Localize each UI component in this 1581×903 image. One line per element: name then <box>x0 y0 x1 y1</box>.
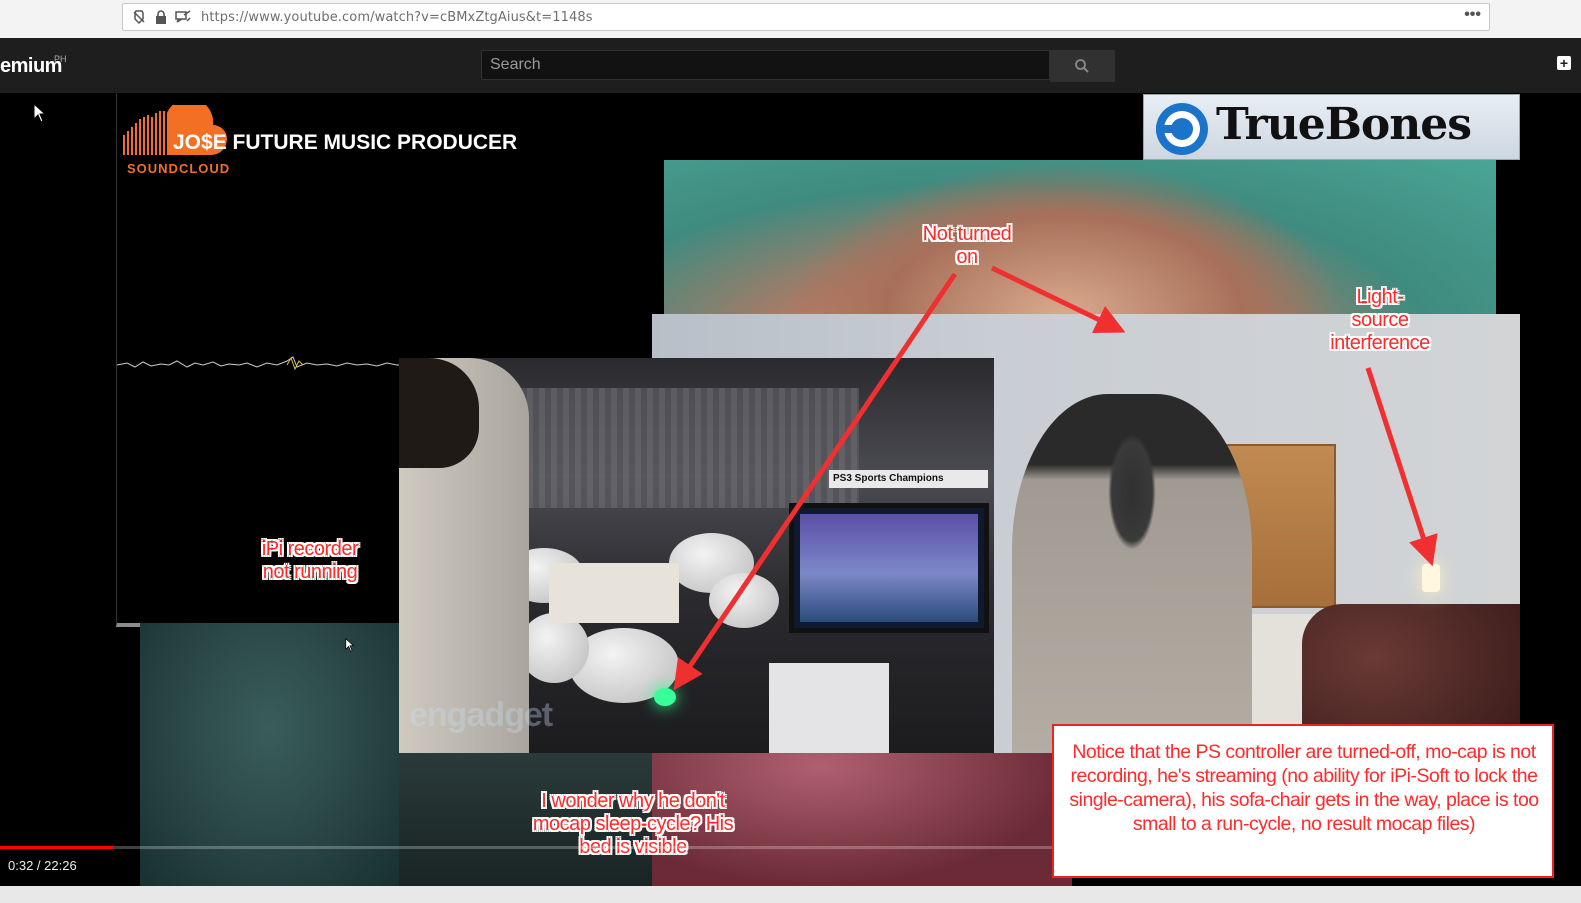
notice-callout: Notice that the PS controller are turned… <box>1052 724 1554 878</box>
address-bar[interactable]: https://www.youtube.com/watch?v=cBMxZtgA… <box>122 3 1490 31</box>
annotation-line: interference <box>1330 332 1430 354</box>
truebones-logo-icon <box>1156 103 1208 155</box>
lock-icon[interactable] <box>153 9 169 25</box>
artist-name: JO$E <box>173 131 227 154</box>
browser-toolbar: https://www.youtube.com/watch?v=cBMxZtgA… <box>0 0 1581 39</box>
tv-screen <box>800 514 978 622</box>
ps-kiosk <box>769 663 889 753</box>
demo-tv <box>789 503 989 633</box>
truebones-banner: TrueBones <box>1143 94 1520 160</box>
region-code: PH <box>54 54 67 64</box>
annotation-line: Light- <box>1356 286 1404 308</box>
annotation-line: mocap sleep-cycle? His <box>532 813 734 835</box>
search-icon <box>1075 59 1089 73</box>
expo-move-demo-photo: PS3 Sports Champions engadget <box>399 358 994 753</box>
search-input[interactable] <box>481 50 1051 80</box>
tracking-protection-icon[interactable] <box>131 9 147 25</box>
video-cursor-icon <box>345 638 355 652</box>
permissions-icon[interactable] <box>175 9 191 25</box>
annotation-not-turned-on: Not turned on <box>912 223 1022 269</box>
artist-tagline: FUTURE MUSIC PRODUCER <box>232 131 518 154</box>
annotation-line: iPi recorder <box>261 538 359 560</box>
url-text[interactable]: https://www.youtube.com/watch?v=cBMxZtgA… <box>201 10 593 25</box>
expo-curtain <box>479 388 859 508</box>
annotation-line: not running <box>262 561 358 583</box>
soundcloud-title: JO$E FUTURE MUSIC PRODUCER <box>173 131 517 155</box>
audio-waveform <box>117 356 407 371</box>
lamp-light <box>1422 564 1440 592</box>
plus-icon: + <box>1559 55 1569 71</box>
annotation-line: on <box>956 246 978 268</box>
search-box <box>481 50 1115 82</box>
page-actions-icon[interactable]: ••• <box>1464 6 1481 24</box>
coffee-table <box>549 563 679 623</box>
mouse-cursor-icon <box>33 103 47 123</box>
video-player[interactable]: JO$E FUTURE MUSIC PRODUCER SOUNDCLOUD Tr… <box>0 93 1581 886</box>
annotation-line: Not turned <box>922 223 1012 245</box>
annotation-line: source <box>1351 309 1409 331</box>
notice-text: Notice that the PS controller are turned… <box>1069 741 1539 835</box>
bean-bag <box>519 613 589 683</box>
soundcloud-brand: SOUNDCLOUD <box>127 161 231 176</box>
ps3-sports-champions-banner: PS3 Sports Champions <box>829 470 988 488</box>
truebones-wordmark: TrueBones <box>1216 99 1472 150</box>
time-display: 0:32 / 22:26 <box>8 858 77 873</box>
page-bottom-strip <box>0 886 1581 903</box>
create-video-button[interactable]: + <box>1557 56 1571 70</box>
annotation-line: I wonder why he don't <box>541 790 725 812</box>
progress-bar[interactable] <box>0 846 1052 849</box>
face-shape <box>784 160 1344 315</box>
url-icons <box>131 9 191 25</box>
progress-fill <box>0 846 113 849</box>
annotation-light-source: Light- source interference <box>1312 286 1448 355</box>
annotation-ipi-recorder: iPi recorder not running <box>244 538 376 584</box>
youtube-premium-logo[interactable]: emium <box>0 55 62 78</box>
youtube-header: emium PH + <box>0 38 1581 93</box>
move-controller-light <box>654 688 676 706</box>
engadget-watermark: engadget <box>409 696 553 734</box>
search-button[interactable] <box>1050 50 1115 82</box>
bean-bag <box>709 573 779 628</box>
